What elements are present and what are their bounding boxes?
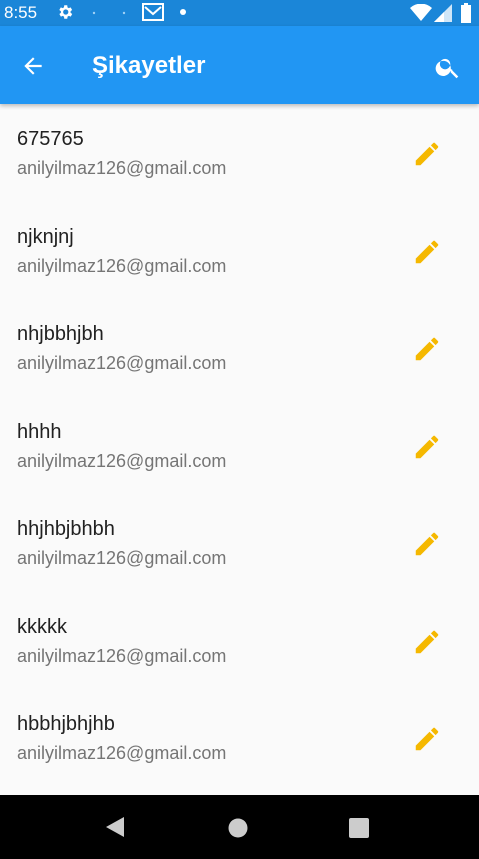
complaint-title: nhjbbhjbh	[17, 323, 104, 345]
edit-icon[interactable]	[412, 139, 442, 169]
edit-icon[interactable]	[412, 627, 442, 657]
complaint-email: anilyilmaz126@gmail.com	[17, 158, 227, 178]
list-item[interactable]: nhjbbhjbh anilyilmaz126@gmail.com	[0, 299, 479, 397]
edit-icon[interactable]	[412, 334, 442, 364]
edit-icon[interactable]	[412, 237, 442, 267]
page-title: Şikayetler	[92, 52, 206, 79]
dot-icon	[122, 11, 126, 15]
notification-dot-icon	[180, 9, 186, 15]
dot-icon	[92, 11, 96, 15]
complaint-title: kkkkk	[17, 615, 67, 638]
complaint-title: 675765	[17, 128, 84, 150]
complaint-list: 675765 anilyilmaz126@gmail.com njknjnj a…	[0, 104, 479, 787]
list-item[interactable]: 675765 anilyilmaz126@gmail.com	[0, 104, 479, 202]
complaint-email: anilyilmaz126@gmail.com	[17, 645, 227, 666]
complaint-email: anilyilmaz126@gmail.com	[17, 548, 227, 568]
search-icon[interactable]	[434, 53, 462, 81]
list-item[interactable]: hhhh anilyilmaz126@gmail.com	[0, 397, 479, 495]
complaint-email: anilyilmaz126@gmail.com	[17, 450, 227, 471]
signal-icon	[434, 4, 452, 22]
recents-square-icon[interactable]	[348, 817, 370, 839]
status-bar: 8:55	[0, 0, 479, 26]
wifi-icon	[410, 4, 432, 21]
gmail-icon	[142, 3, 164, 21]
edit-icon[interactable]	[412, 529, 442, 559]
back-triangle-icon[interactable]	[104, 815, 126, 839]
gear-icon	[59, 5, 73, 19]
status-time: 8:55	[4, 3, 38, 22]
app-bar: Şikayetler	[0, 26, 479, 104]
battery-icon	[461, 3, 471, 23]
edit-icon[interactable]	[412, 724, 442, 754]
home-circle-icon[interactable]	[227, 817, 249, 839]
complaint-title: hbbhjbhjhb	[17, 713, 115, 735]
complaint-title: njknjnj	[17, 225, 74, 248]
list-item[interactable]: hhjhbjbhbh anilyilmaz126@gmail.com	[0, 494, 479, 592]
arrow-back-icon[interactable]	[20, 53, 46, 79]
list-item[interactable]: kkkkk anilyilmaz126@gmail.com	[0, 592, 479, 690]
complaint-title: hhhh	[17, 420, 62, 443]
complaint-email: anilyilmaz126@gmail.com	[17, 255, 227, 276]
complaint-email: anilyilmaz126@gmail.com	[17, 743, 227, 763]
complaint-title: hhjhbjbhbh	[17, 518, 115, 540]
navigation-bar	[0, 795, 479, 859]
complaint-email: anilyilmaz126@gmail.com	[17, 353, 227, 373]
edit-icon[interactable]	[412, 432, 442, 462]
list-item[interactable]: njknjnj anilyilmaz126@gmail.com	[0, 202, 479, 300]
list-item[interactable]: hbbhjbhjhb anilyilmaz126@gmail.com	[0, 689, 479, 787]
